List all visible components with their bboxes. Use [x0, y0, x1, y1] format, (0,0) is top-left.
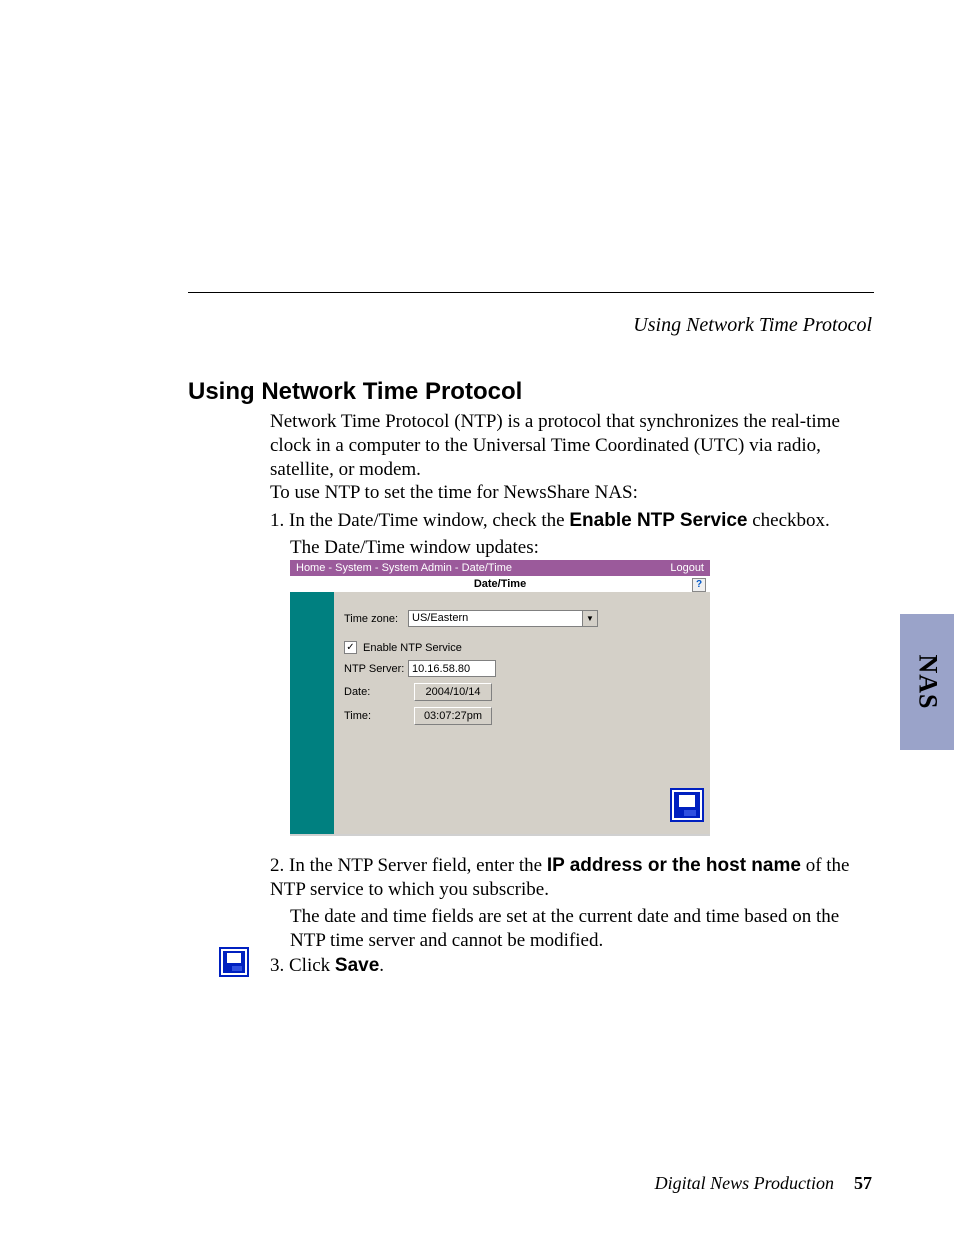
breadcrumb[interactable]: Home - System - System Admin - Date/Time — [296, 560, 512, 576]
intro-paragraph-1: Network Time Protocol (NTP) is a protoco… — [270, 410, 872, 481]
step-2-sub: The date and time fields are set at the … — [290, 905, 872, 953]
page-number: 57 — [854, 1173, 872, 1194]
step-2-prefix: 2. In the NTP Server field, enter the — [270, 855, 547, 876]
timezone-label: Time zone: — [344, 613, 408, 625]
floppy-disk-icon — [223, 951, 245, 973]
step-2: 2. In the NTP Server field, enter the IP… — [270, 854, 872, 902]
step-3: 3. Click Save. — [270, 955, 872, 977]
step-1-suffix: checkbox. — [748, 510, 830, 531]
step-3-prefix: 3. Click — [270, 955, 335, 976]
date-display: 2004/10/14 — [414, 683, 492, 701]
footer-title: Digital News Production — [655, 1173, 834, 1194]
running-header: Using Network Time Protocol — [633, 314, 872, 337]
chevron-down-icon[interactable]: ▼ — [582, 611, 597, 626]
ntp-server-input[interactable] — [408, 660, 496, 677]
step-3-bold: Save — [335, 955, 379, 976]
timezone-select[interactable]: US/Eastern ▼ — [408, 610, 598, 627]
step-1: 1. In the Date/Time window, check the En… — [270, 510, 872, 532]
time-display: 03:07:27pm — [414, 707, 492, 725]
section-heading: Using Network Time Protocol — [188, 378, 522, 406]
step-1-prefix: 1. In the Date/Time window, check the — [270, 510, 569, 531]
logout-link[interactable]: Logout — [670, 560, 704, 576]
step-1-bold: Enable NTP Service — [569, 510, 747, 531]
step-1-sub: The Date/Time window updates: — [290, 537, 872, 559]
save-button[interactable] — [670, 788, 704, 822]
panel-title-text: Date/Time — [474, 578, 526, 590]
intro-paragraph-2: To use NTP to set the time for NewsShare… — [270, 482, 872, 504]
date-label: Date: — [344, 686, 408, 698]
floppy-disk-icon — [674, 792, 700, 818]
chapter-tab-label: NAS — [912, 654, 942, 709]
chapter-tab: NAS — [900, 614, 954, 750]
step-2-bold: IP address or the host name — [547, 855, 801, 876]
time-label: Time: — [344, 710, 408, 722]
datetime-window: Home - System - System Admin - Date/Time… — [290, 560, 710, 836]
window-titlebar: Home - System - System Admin - Date/Time… — [290, 560, 710, 576]
ntp-server-label: NTP Server: — [344, 663, 408, 675]
margin-save-icon — [219, 947, 249, 977]
enable-ntp-checkbox[interactable]: ✓ — [344, 641, 357, 654]
step-3-suffix: . — [379, 955, 384, 976]
header-rule — [188, 292, 874, 293]
left-margin — [290, 592, 334, 834]
panel-title: Date/Time ? — [290, 576, 710, 592]
datetime-form: Time zone: US/Eastern ▼ ✓ Enable NTP Ser… — [334, 592, 710, 834]
timezone-value: US/Eastern — [412, 612, 468, 624]
enable-ntp-label: Enable NTP Service — [363, 642, 462, 654]
help-icon[interactable]: ? — [692, 578, 706, 592]
